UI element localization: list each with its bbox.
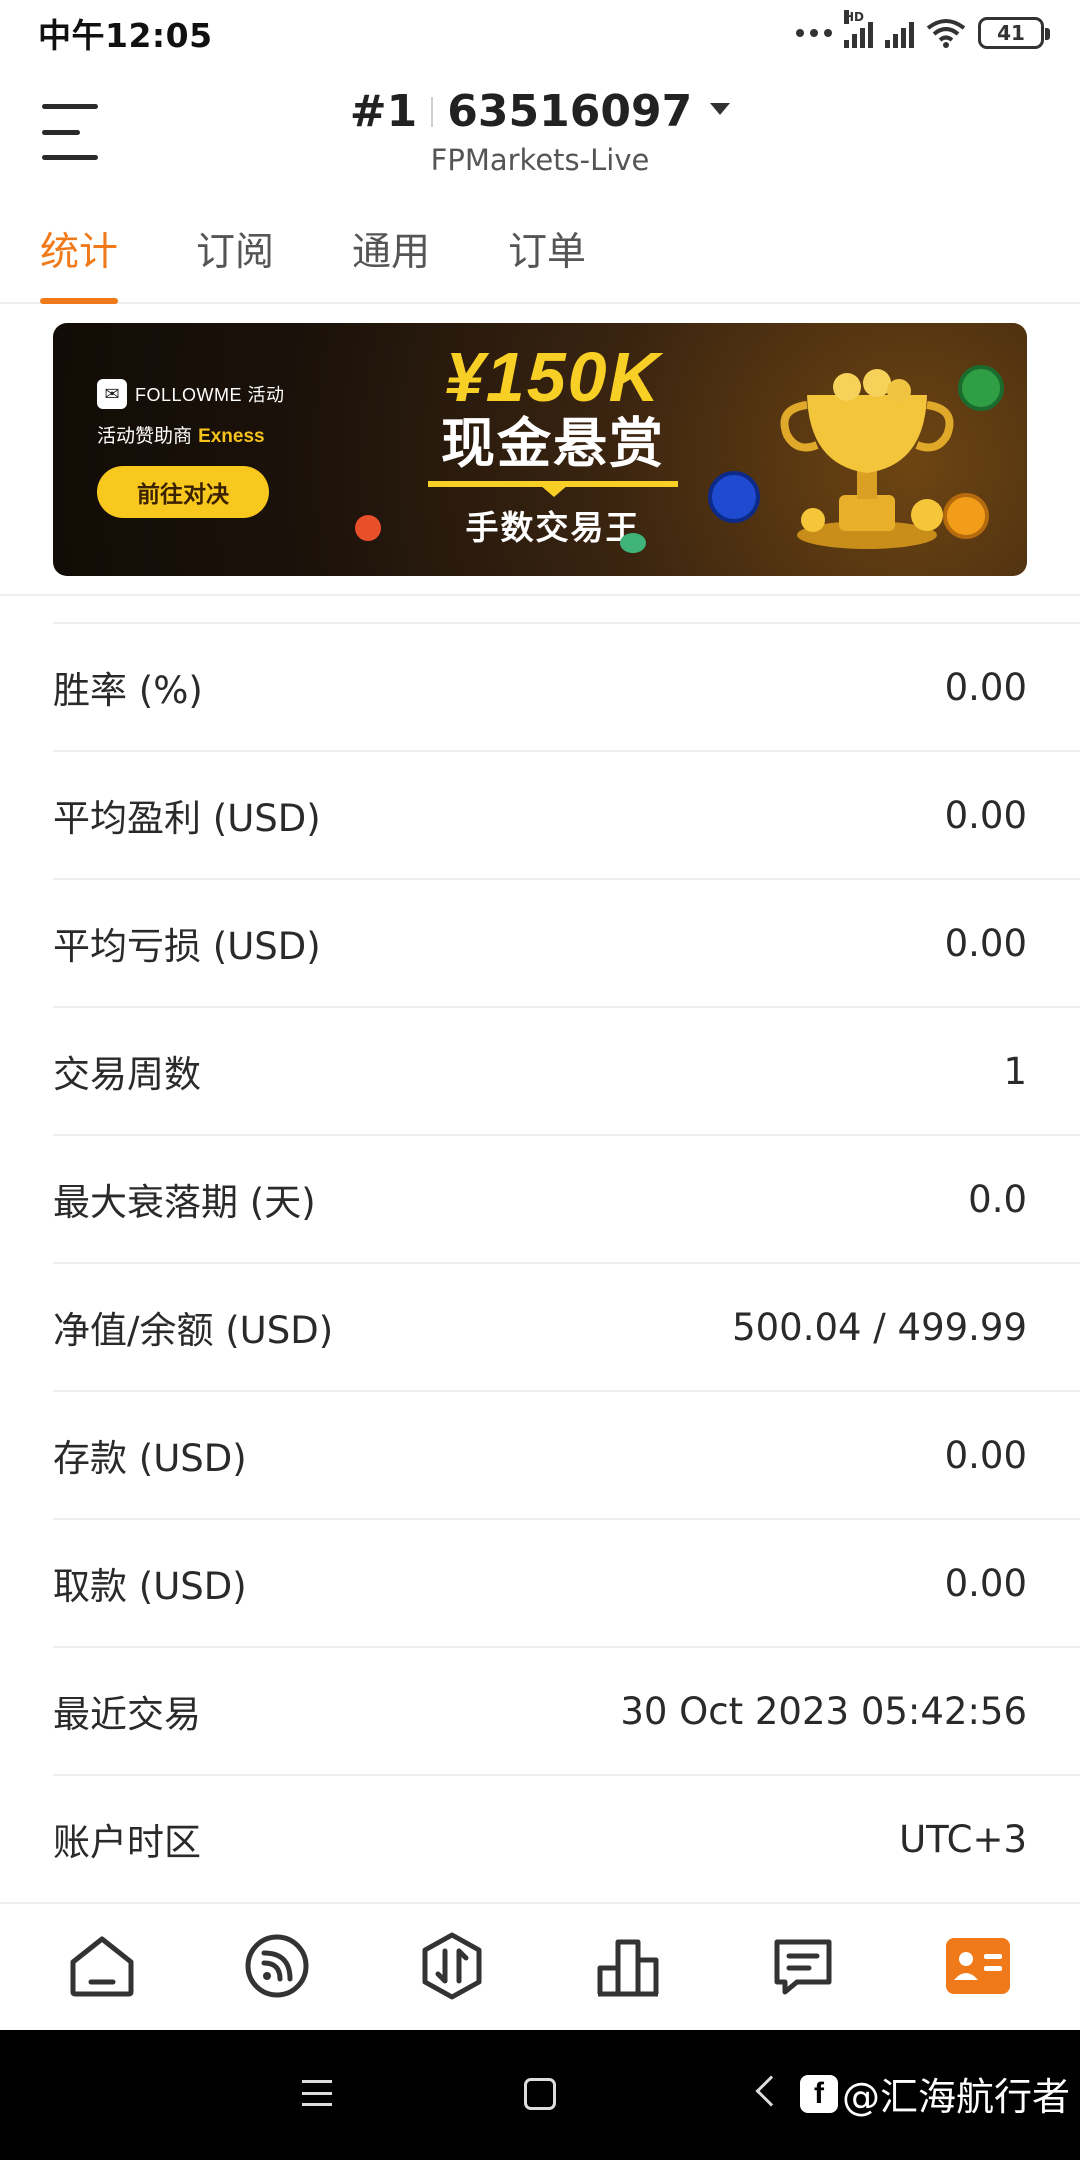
banner-sponsor: 活动赞助商 Exness	[97, 421, 327, 448]
stat-row: 净值/余额 (USD) 500.04 / 499.99	[53, 1262, 1080, 1390]
stat-value: UTC+3	[899, 1817, 1027, 1861]
stat-value: 500.04 / 499.99	[732, 1305, 1027, 1349]
account-number: 63516097	[447, 86, 693, 137]
trophy-icon	[780, 369, 954, 549]
tab-orders[interactable]: 订单	[508, 216, 586, 304]
dropdown-caret-icon[interactable]	[710, 102, 731, 115]
banner-center: ¥150K 现金悬赏 手数交易王	[383, 341, 723, 549]
separator	[431, 96, 434, 127]
tab-general[interactable]: 通用	[352, 216, 430, 304]
stat-row: 最近交易 30 Oct 2023 05:42:56	[53, 1646, 1080, 1774]
watermark-logo: f	[800, 2074, 838, 2113]
stat-row: 平均亏损 (USD) 0.00	[53, 878, 1080, 1006]
nav-messages[interactable]	[758, 1921, 848, 2011]
stat-value: 0.00	[944, 1561, 1027, 1605]
stat-row: 交易周数 1	[53, 1006, 1080, 1134]
stat-label: 账户时区	[53, 1821, 201, 1864]
feed-icon	[245, 1934, 309, 1998]
stat-label: 最近交易	[53, 1693, 201, 1736]
profile-card-icon	[946, 1938, 1011, 1994]
banner-underline	[428, 481, 678, 497]
nav-ranking[interactable]	[583, 1921, 673, 2011]
account-rank: #1	[349, 86, 418, 137]
stat-value: 1	[1003, 1049, 1027, 1093]
banner-left: ✉ FOLLOWME 活动 活动赞助商 Exness 前往对决	[97, 379, 327, 518]
stat-row: 平均盈利 (USD) 0.00	[53, 750, 1080, 878]
coin-icon	[708, 471, 760, 523]
stat-row: 取款 (USD) 0.00	[53, 1518, 1080, 1646]
banner-brand: FOLLOWME 活动	[135, 385, 285, 405]
ranking-icon	[597, 1939, 659, 1997]
system-nav-bar: f @汇海航行者	[0, 2030, 1080, 2160]
signal-icon: HD	[844, 10, 873, 48]
banner-amount: ¥150K	[444, 338, 662, 416]
stat-label: 取款 (USD)	[53, 1565, 247, 1608]
nav-home[interactable]	[57, 1921, 147, 2011]
stat-row: 最大衰落期 (天) 0.0	[53, 1134, 1080, 1262]
status-time: 中午12:05	[38, 16, 213, 55]
stat-label: 平均亏损 (USD)	[53, 925, 321, 968]
megaphone-icon: ✉	[97, 379, 127, 409]
stat-row: 账户时区 UTC+3	[53, 1774, 1080, 1902]
stat-label: 存款 (USD)	[53, 1437, 247, 1480]
stat-label: 交易周数	[53, 1053, 201, 1096]
stat-row: 存款 (USD) 0.00	[53, 1390, 1080, 1518]
stat-label: 最大衰落期 (天)	[53, 1181, 316, 1224]
status-icons: HD 41	[796, 10, 1050, 49]
nav-profile[interactable]	[933, 1921, 1023, 2011]
banner-title: 现金悬赏	[441, 412, 665, 475]
coin-icon	[355, 515, 381, 541]
watermark-text: @汇海航行者	[842, 2075, 1071, 2119]
stat-label: 平均盈利 (USD)	[53, 797, 321, 840]
stat-value: 0.00	[944, 1433, 1027, 1477]
promo-banner[interactable]: ✉ FOLLOWME 活动 活动赞助商 Exness 前往对决 ¥150K 现金…	[53, 323, 1027, 576]
stat-value: 30 Oct 2023 05:42:56	[620, 1689, 1027, 1733]
recent-apps-icon[interactable]	[302, 2080, 332, 2106]
app-header: #1 63516097 FPMarkets-Live	[0, 66, 1080, 196]
stat-value: 0.0	[968, 1177, 1027, 1221]
stat-label: 胜率 (%)	[53, 669, 203, 712]
banner-subtitle: 手数交易王	[465, 508, 641, 547]
signal-icon	[885, 18, 914, 48]
watermark: f @汇海航行者	[800, 2066, 1070, 2121]
coin-icon	[943, 493, 989, 539]
sponsor-name: Exness	[198, 426, 265, 447]
coin-icon	[620, 533, 646, 553]
network-badge: HD	[844, 10, 865, 24]
tab-statistics[interactable]: 统计	[40, 216, 119, 304]
bottom-nav	[0, 1902, 1080, 2028]
coin-icon	[958, 365, 1004, 411]
stat-value: 0.00	[944, 921, 1027, 965]
more-dots-icon	[796, 23, 832, 43]
stats-list: 胜率 (%) 0.00 平均盈利 (USD) 0.00 平均亏损 (USD) 0…	[0, 594, 1080, 1902]
trade-icon	[422, 1932, 482, 2000]
stat-label: 净值/余额 (USD)	[53, 1309, 334, 1352]
back-icon[interactable]	[755, 2075, 787, 2107]
account-server: FPMarkets-Live	[430, 143, 650, 177]
status-bar: 中午12:05 HD 41	[0, 0, 1080, 66]
stat-value: 0.00	[944, 793, 1027, 837]
banner-go-button[interactable]: 前往对决	[97, 466, 269, 518]
account-selector[interactable]: #1 63516097 FPMarkets-Live	[0, 86, 1080, 177]
home-icon	[70, 1936, 134, 1997]
tab-bar: 统计 订阅 通用 订单	[0, 216, 1080, 304]
nav-feed[interactable]	[232, 1921, 322, 2011]
tab-subscriptions[interactable]: 订阅	[196, 216, 274, 304]
stat-row: 胜率 (%) 0.00	[53, 622, 1080, 750]
nav-trade[interactable]	[407, 1921, 497, 2011]
stat-value: 0.00	[944, 665, 1027, 709]
message-icon	[774, 1939, 832, 1995]
sponsor-prefix: 活动赞助商	[97, 425, 193, 447]
home-button-icon[interactable]	[524, 2078, 556, 2110]
wifi-icon	[926, 19, 966, 48]
battery-icon: 41	[978, 17, 1050, 49]
